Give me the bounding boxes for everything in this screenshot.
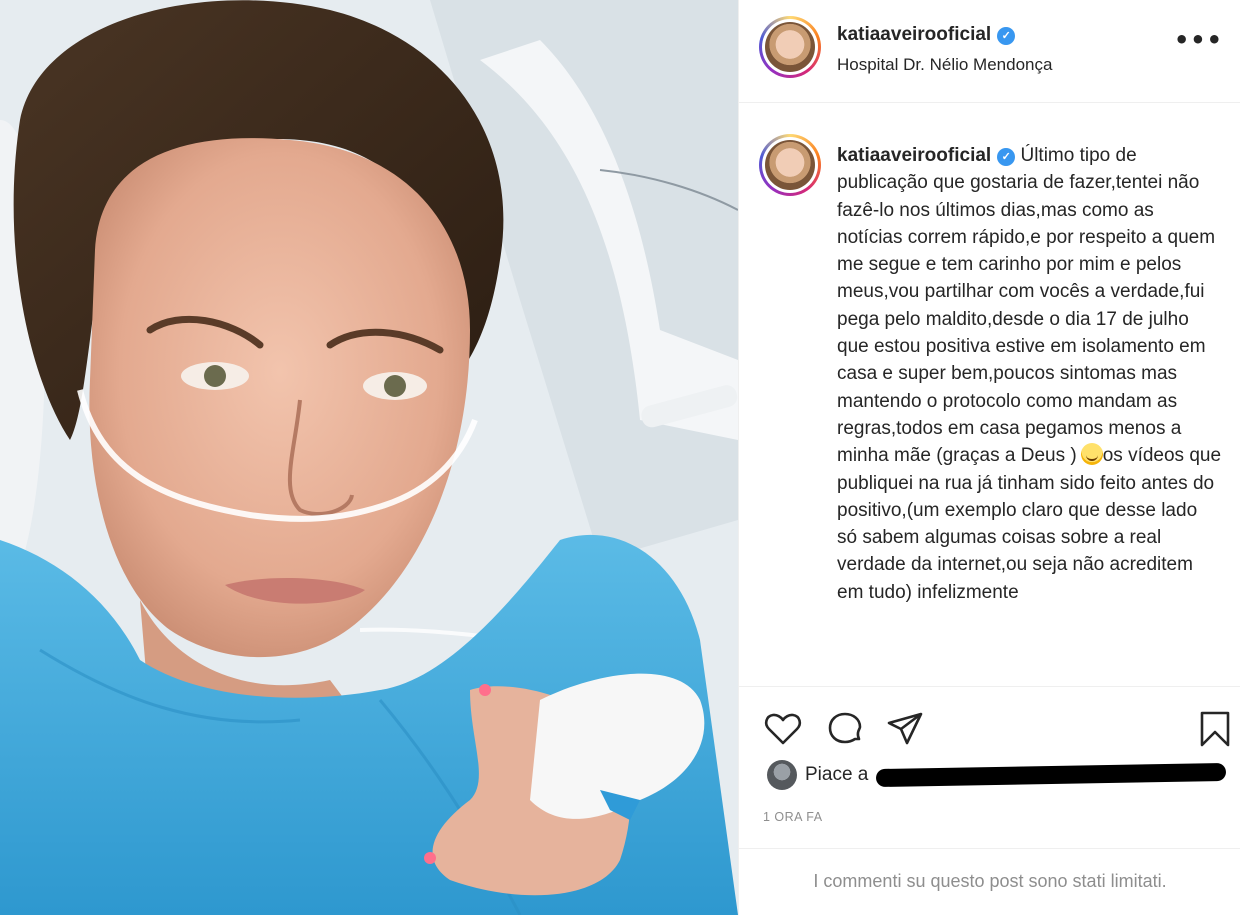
share-icon[interactable] <box>885 709 925 749</box>
likes-row[interactable]: Piace a <box>767 760 1227 790</box>
patient-selfie-image <box>0 0 738 915</box>
verified-badge-icon: ✓ <box>997 148 1016 166</box>
post-photo[interactable] <box>0 0 738 915</box>
caption-username-link[interactable]: katiaaveirooficial ✓ <box>837 145 1016 166</box>
caption-text-part-1: Último tipo de publicação que gostaria d… <box>837 145 1216 467</box>
action-bar <box>739 686 1240 749</box>
post-caption: katiaaveirooficial ✓ Último tipo de publi… <box>837 142 1222 606</box>
location-link[interactable]: Hospital Dr. Nélio Mendonça <box>837 55 1052 75</box>
smiling-emoji-icon <box>1080 443 1103 466</box>
likes-prefix: Piace a <box>805 764 869 785</box>
caption-text-part-2: os vídeos que publiquei na rua já tinham… <box>837 445 1222 603</box>
liker-avatar[interactable] <box>767 760 797 790</box>
comment-icon[interactable] <box>825 709 865 749</box>
more-options-icon[interactable]: ••• <box>1174 28 1223 52</box>
post-timestamp[interactable]: 1 ORA FA <box>763 810 823 824</box>
comments-limited-notice: I commenti su questo post sono stati lim… <box>739 848 1240 915</box>
heart-icon[interactable] <box>763 709 803 749</box>
redacted-likers <box>876 762 1227 788</box>
author-avatar[interactable] <box>759 16 821 78</box>
caption-section[interactable]: katiaaveirooficial ✓ Último tipo de publi… <box>739 104 1240 686</box>
post-header: katiaaveirooficial ✓ Hospital Dr. Nélio M… <box>739 0 1240 103</box>
author-username-link[interactable]: katiaaveirooficial ✓ <box>837 24 1016 46</box>
bookmark-icon[interactable] <box>1195 709 1235 749</box>
author-username-text[interactable]: katiaaveirooficial <box>837 24 991 45</box>
caption-username-text[interactable]: katiaaveirooficial <box>837 145 991 166</box>
post-side-panel: katiaaveirooficial ✓ Hospital Dr. Nélio M… <box>738 0 1240 915</box>
caption-author-avatar[interactable] <box>759 134 821 196</box>
verified-badge-icon: ✓ <box>997 27 1016 45</box>
